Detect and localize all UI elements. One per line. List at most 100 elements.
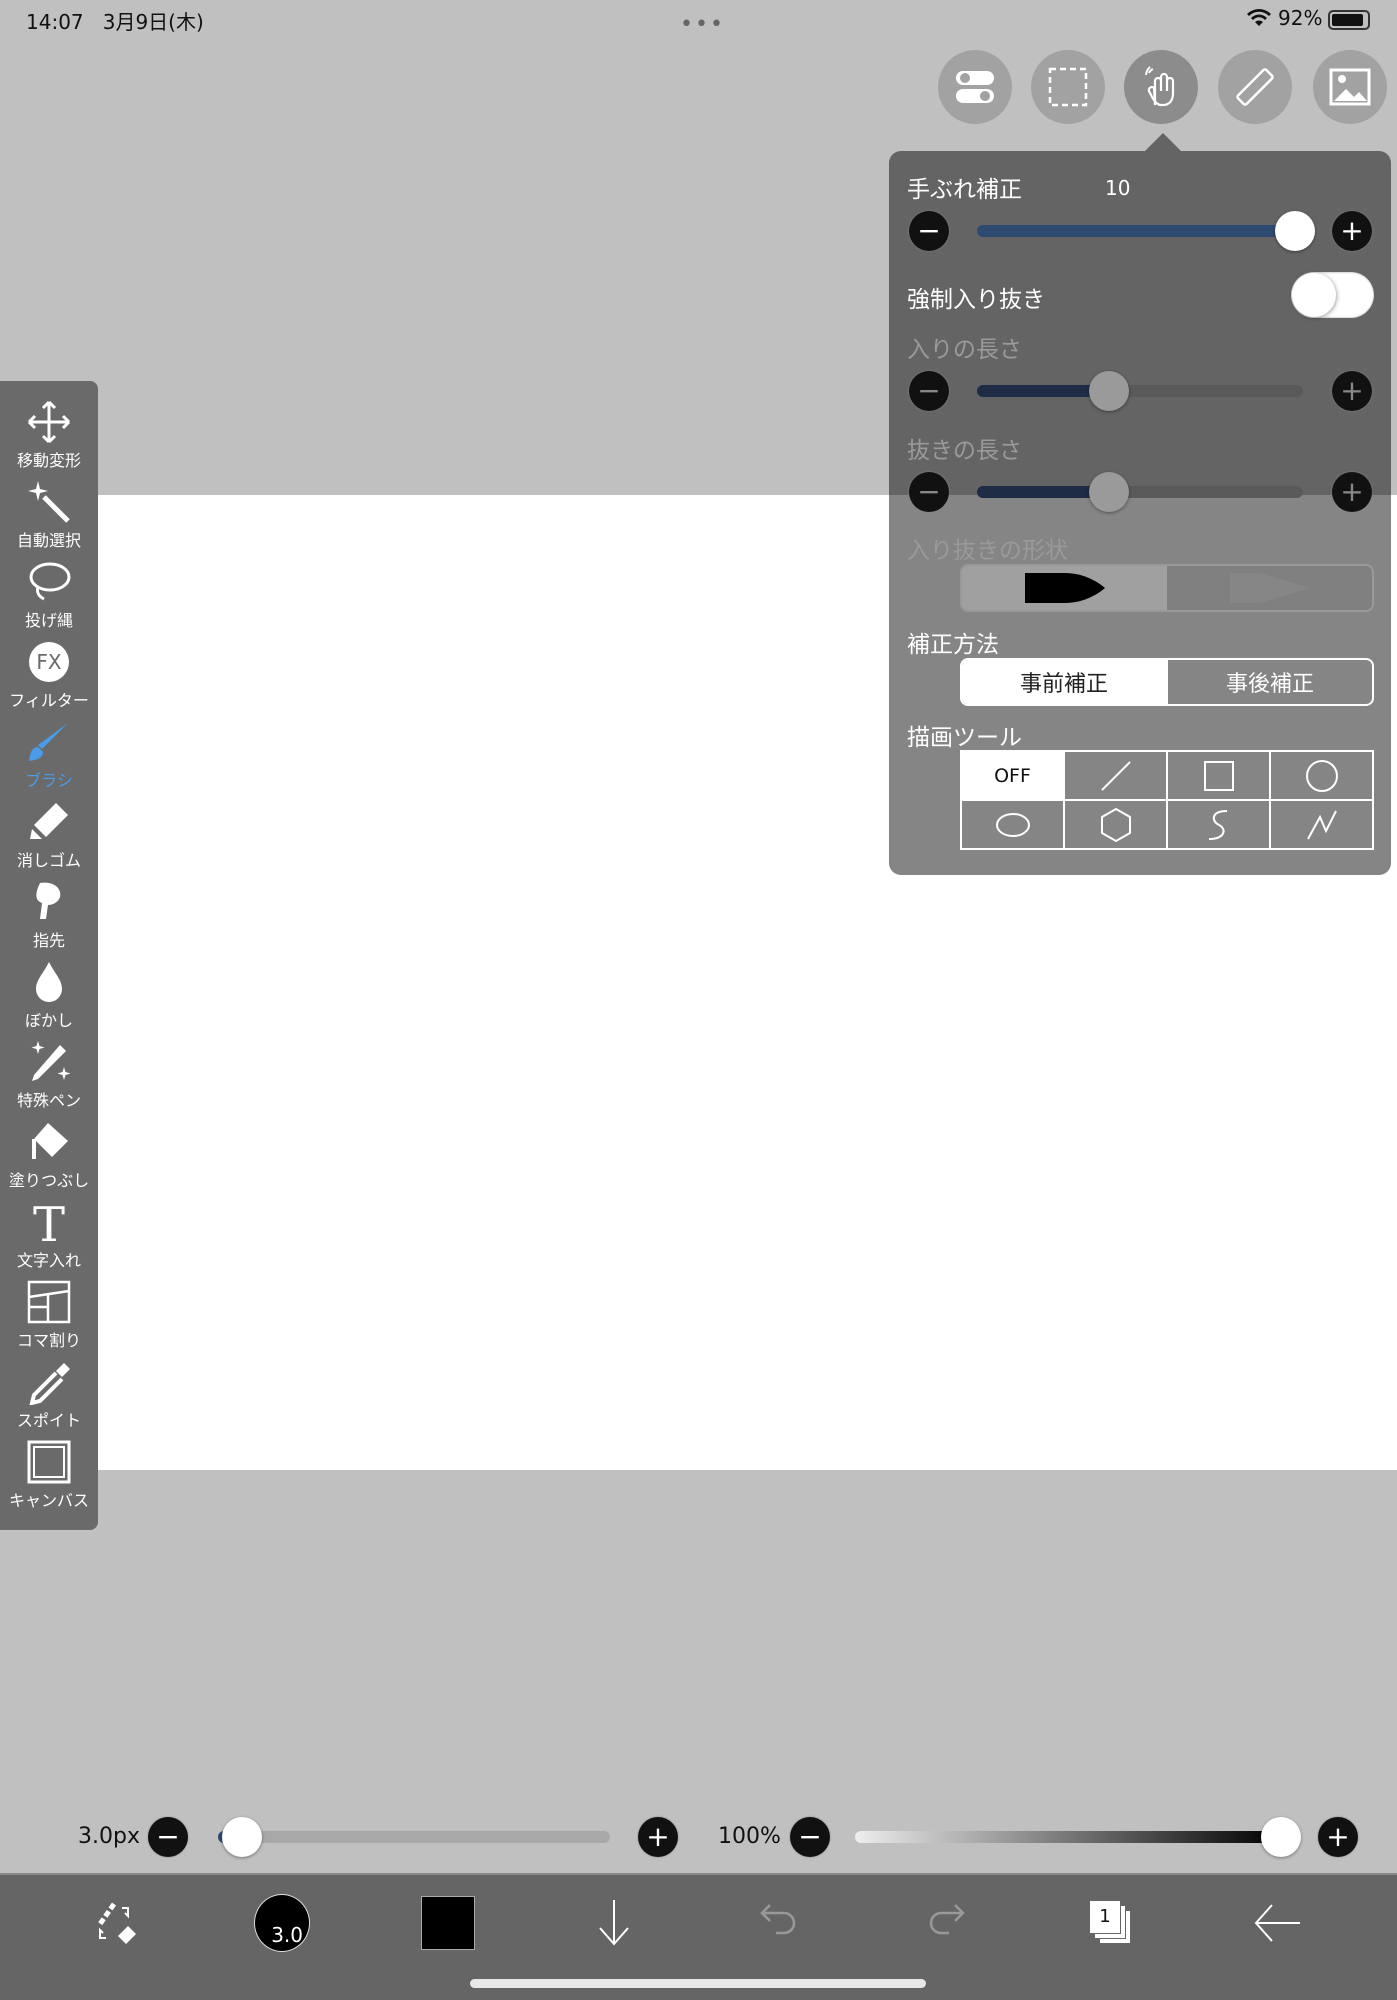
draw-tool-rectangle[interactable]: [1167, 751, 1270, 800]
ellipse-icon: [995, 812, 1030, 837]
opacity-slider[interactable]: [855, 1817, 1301, 1857]
opacity-minus-button[interactable]: −: [790, 1817, 830, 1857]
draw-tool-ellipse[interactable]: [961, 800, 1064, 849]
download-button[interactable]: [586, 1895, 642, 1951]
correction-method-label: 補正方法: [907, 632, 999, 658]
tool-panel[interactable]: コマ割り: [0, 1277, 98, 1357]
magic-wand-icon: [28, 481, 70, 523]
opacity-value: 100%: [718, 1824, 781, 1849]
sharp-taper-shape-icon: [1229, 573, 1310, 603]
draw-tool-polygon[interactable]: [1064, 800, 1167, 849]
undo-icon: [760, 1904, 796, 1935]
arrow-left-icon: [1254, 1904, 1300, 1942]
slider-thumb[interactable]: [1089, 371, 1129, 411]
back-button[interactable]: [1249, 1895, 1305, 1951]
slider-thumb[interactable]: [1275, 211, 1315, 251]
stabilizer-label: 手ぶれ補正: [907, 177, 1022, 203]
tool-lasso[interactable]: 投げ縄: [0, 557, 98, 637]
square-icon: [1203, 760, 1234, 791]
stabilizer-slider[interactable]: [977, 211, 1315, 251]
status-date: 3月9日(木): [102, 10, 204, 34]
force-taper-toggle[interactable]: [1291, 272, 1374, 318]
draw-tool-grid: OFF: [960, 750, 1374, 850]
tool-canvas[interactable]: キャンバス: [0, 1437, 98, 1517]
finger-icon: [36, 882, 61, 919]
undo-button[interactable]: [752, 1895, 808, 1951]
svg-text:FX: FX: [36, 650, 62, 674]
slider-thumb[interactable]: [1089, 472, 1129, 512]
taper-shape-sharp[interactable]: [1167, 566, 1372, 610]
svg-text:T: T: [33, 1199, 65, 1245]
image-button[interactable]: [1313, 50, 1387, 124]
redo-button[interactable]: [917, 1895, 973, 1951]
tool-move-transform[interactable]: 移動変形: [0, 397, 98, 477]
draw-tool-curve[interactable]: [1167, 800, 1270, 849]
tool-auto-select[interactable]: 自動選択: [0, 477, 98, 557]
tool-special-pen[interactable]: 特殊ペン: [0, 1037, 98, 1117]
draw-tool-label: 描画ツール: [907, 725, 1022, 751]
swap-brush-eraser-button[interactable]: [89, 1895, 145, 1951]
multitask-dots-icon[interactable]: •••: [680, 12, 725, 37]
swap-pen-eraser-icon: [97, 1902, 136, 1944]
brush-size-minus-button[interactable]: −: [148, 1817, 188, 1857]
special-pen-icon: [31, 1041, 71, 1081]
stabilizer-value: 10: [1105, 176, 1131, 200]
ruler-button[interactable]: [1218, 50, 1292, 124]
brush-size-value: 3.0px: [78, 1824, 140, 1849]
tool-brush[interactable]: ブラシ: [0, 717, 98, 797]
layers-button[interactable]: 1: [1083, 1895, 1139, 1951]
lasso-icon: [29, 562, 71, 601]
ruler-icon: [1236, 68, 1274, 106]
brush-size-slider[interactable]: [218, 1817, 610, 1857]
color-button[interactable]: [420, 1895, 476, 1951]
panel-icon: [27, 1280, 71, 1324]
force-taper-label: 強制入り抜き: [907, 287, 1045, 313]
correction-method-selector: 事前補正 事後補正: [960, 658, 1374, 706]
draw-tool-polyline[interactable]: [1270, 800, 1373, 849]
eyedropper-icon: [29, 1363, 70, 1405]
tool-text[interactable]: T 文字入れ: [0, 1197, 98, 1277]
stabilizer-minus-button[interactable]: −: [909, 211, 949, 251]
home-indicator[interactable]: [470, 1979, 926, 1988]
taper-out-plus-button[interactable]: +: [1332, 472, 1372, 512]
taper-shape-label: 入り抜きの形状: [907, 538, 1068, 564]
current-color-swatch: [421, 1896, 475, 1950]
hexagon-icon: [1100, 807, 1131, 842]
slider-thumb[interactable]: [222, 1817, 262, 1857]
selection-button[interactable]: [1031, 50, 1105, 124]
tool-eyedropper[interactable]: スポイト: [0, 1357, 98, 1437]
pre-correction-option[interactable]: 事前補正: [962, 660, 1166, 704]
brush-size-plus-button[interactable]: +: [638, 1817, 678, 1857]
taper-shape-round[interactable]: [962, 566, 1167, 610]
stabilizer-plus-button[interactable]: +: [1332, 211, 1372, 251]
taper-out-label: 抜きの長さ: [907, 438, 1022, 464]
line-icon: [1100, 760, 1131, 791]
taper-in-slider[interactable]: [977, 371, 1303, 411]
taper-in-minus-button[interactable]: −: [909, 371, 949, 411]
draw-tool-circle[interactable]: [1270, 751, 1373, 800]
tool-finger[interactable]: 指先: [0, 877, 98, 957]
move-icon: [27, 400, 71, 444]
taper-out-minus-button[interactable]: −: [909, 472, 949, 512]
left-toolbar: 移動変形 自動選択 投げ縄 FX フィルター ブラシ 消しゴム 指先 ぼかし 特殊…: [0, 381, 98, 1530]
tool-fill[interactable]: 塗りつぶし: [0, 1117, 98, 1197]
polyline-icon: [1306, 810, 1337, 839]
tool-eraser[interactable]: 消しゴム: [0, 797, 98, 877]
slider-thumb[interactable]: [1261, 1817, 1301, 1857]
brush-icon: [29, 723, 68, 761]
tool-blur[interactable]: ぼかし: [0, 957, 98, 1037]
taper-in-label: 入りの長さ: [907, 337, 1022, 363]
tool-filter[interactable]: FX フィルター: [0, 637, 98, 717]
fill-bucket-icon: [32, 1123, 68, 1159]
brush-size-button[interactable]: 3.0: [254, 1894, 310, 1952]
post-correction-option[interactable]: 事後補正: [1166, 660, 1372, 704]
redo-icon: [929, 1904, 965, 1935]
draw-tool-off[interactable]: OFF: [961, 751, 1064, 800]
draw-tool-line[interactable]: [1064, 751, 1167, 800]
taper-out-slider[interactable]: [977, 472, 1303, 512]
gesture-button[interactable]: [1124, 50, 1198, 124]
taper-in-plus-button[interactable]: +: [1332, 371, 1372, 411]
settings-toggle-button[interactable]: [938, 50, 1012, 124]
arrow-down-icon: [599, 1900, 629, 1946]
opacity-plus-button[interactable]: +: [1318, 1817, 1358, 1857]
